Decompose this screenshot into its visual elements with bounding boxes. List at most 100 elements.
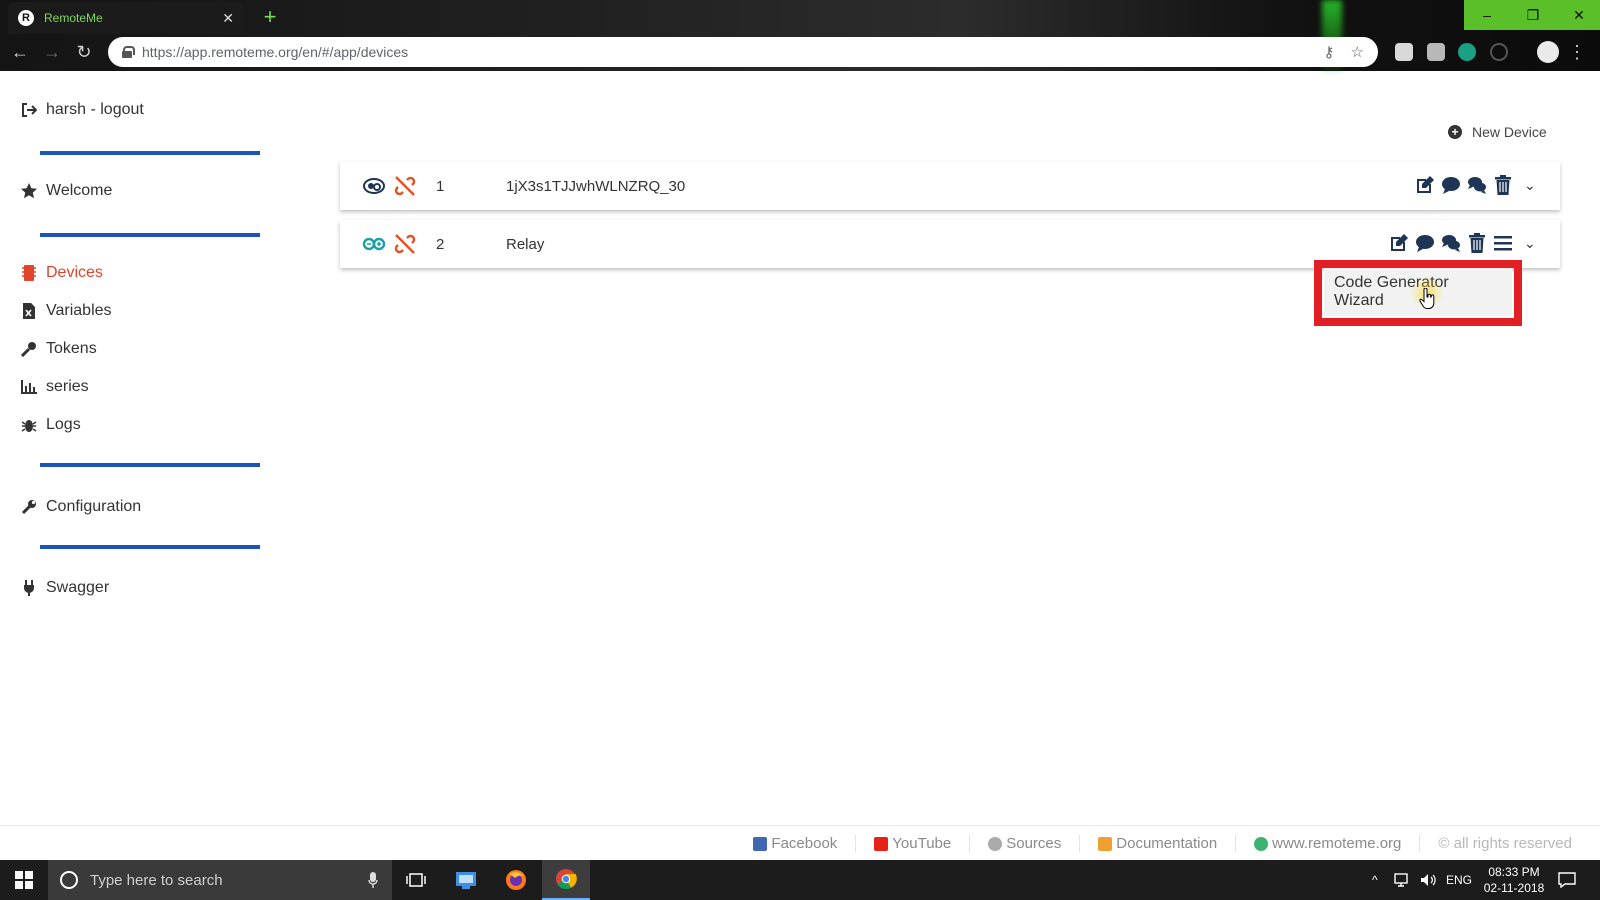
footer-link-documentation[interactable]: Documentation: [1080, 835, 1237, 852]
devices-icon: [20, 264, 38, 282]
youtube-icon: [874, 836, 889, 851]
sign-out-icon: [20, 101, 38, 119]
volume-icon[interactable]: [1420, 860, 1436, 900]
device-actions: ⌄: [1388, 232, 1542, 254]
footer: Facebook YouTube Sources Documentation w…: [0, 825, 1600, 859]
chevron-down-icon[interactable]: ⌄: [1524, 177, 1542, 194]
lock-icon: [122, 46, 135, 58]
disconnected-icon: [394, 233, 416, 255]
footer-link-sources[interactable]: Sources: [970, 835, 1081, 852]
device-name: Relay: [506, 235, 545, 253]
taskbar-search[interactable]: Type here to search: [48, 860, 392, 900]
trash-icon[interactable]: [1466, 232, 1488, 254]
star-icon: [20, 182, 38, 200]
sidebar-item-label: Tokens: [46, 340, 97, 357]
cortana-icon: [60, 871, 78, 889]
taskbar-clock[interactable]: 08:33 PM 02-11-2018: [1478, 864, 1550, 896]
browser-tab[interactable]: R RemoteMe ✕: [8, 2, 244, 34]
message-icon[interactable]: [1414, 232, 1436, 254]
firefox-icon: [506, 870, 526, 890]
taskbar-app-chrome[interactable]: [542, 860, 590, 900]
address-bar[interactable]: https://app.remoteme.org/en/#/app/device…: [108, 37, 1378, 67]
sidebar-item-devices[interactable]: Devices: [20, 264, 103, 282]
profile-avatar-icon[interactable]: [1537, 41, 1559, 63]
conversation-icon[interactable]: [1440, 232, 1462, 254]
remoteme-favicon-icon: R: [18, 10, 34, 26]
sidebar-item-label: harsh - logout: [46, 101, 144, 118]
window-close-button[interactable]: ✕: [1556, 0, 1600, 30]
microphone-icon[interactable]: [368, 872, 378, 888]
window-maximize-button[interactable]: ❐: [1510, 0, 1556, 30]
language-indicator[interactable]: ENG: [1446, 860, 1472, 900]
sidebar-divider: [40, 151, 260, 155]
tab-close-icon[interactable]: ✕: [222, 10, 234, 27]
device-actions: ⌄: [1414, 174, 1542, 196]
browser-menu-icon[interactable]: ⋮: [1568, 40, 1586, 64]
windows-logo-icon: [15, 871, 33, 889]
chrome-icon: [556, 869, 577, 890]
sidebar-divider: [40, 463, 260, 467]
sidebar-divider: [40, 233, 260, 237]
sidebar-item-label: Variables: [46, 302, 112, 319]
message-icon[interactable]: [1440, 174, 1462, 196]
sidebar-item-series[interactable]: series: [20, 378, 89, 396]
sidebar-item-swagger[interactable]: Swagger: [20, 579, 109, 597]
footer-link-label: www.remoteme.org: [1272, 835, 1402, 852]
device-row[interactable]: 1 1jX3s1TJJwhWLNZRQ_30 ⌄: [340, 162, 1560, 210]
chevron-down-icon[interactable]: ⌄: [1524, 235, 1542, 252]
bug-icon: [20, 416, 38, 434]
bookmark-star-icon[interactable]: ☆: [1351, 43, 1364, 61]
sidebar-item-variables[interactable]: Variables: [20, 302, 112, 320]
sidebar-item-tokens[interactable]: Tokens: [20, 340, 97, 358]
bar-chart-icon: [20, 378, 38, 396]
plus-circle-icon: +: [1448, 125, 1462, 139]
action-center-icon[interactable]: [1558, 860, 1576, 900]
url-text[interactable]: https://app.remoteme.org/en/#/app/device…: [142, 44, 1308, 60]
start-button[interactable]: [0, 860, 48, 900]
hamburger-menu-icon[interactable]: [1492, 232, 1514, 254]
conversation-icon[interactable]: [1466, 174, 1488, 196]
extension-puzzle-icon[interactable]: [1427, 43, 1445, 61]
window-minimize-button[interactable]: –: [1464, 0, 1510, 30]
trash-icon[interactable]: [1492, 174, 1514, 196]
edit-icon[interactable]: [1414, 174, 1436, 196]
new-device-button[interactable]: + New Device: [1448, 124, 1547, 140]
sidebar-item-label: Logs: [46, 416, 81, 433]
sidebar-item-label: Configuration: [46, 498, 142, 515]
footer-link-youtube[interactable]: YouTube: [856, 835, 971, 852]
sidebar-item-logs[interactable]: Logs: [20, 416, 81, 434]
book-icon: [1098, 836, 1113, 851]
globe-icon: [1254, 836, 1269, 851]
network-icon[interactable]: [1394, 860, 1412, 900]
key-icon[interactable]: ⚷: [1324, 43, 1335, 61]
tab-title: RemoteMe: [44, 11, 103, 25]
edit-icon[interactable]: [1388, 232, 1410, 254]
footer-link-website[interactable]: www.remoteme.org: [1236, 835, 1421, 852]
tray-overflow-icon[interactable]: ^: [1372, 860, 1378, 900]
sidebar-item-welcome[interactable]: Welcome: [20, 182, 112, 200]
back-arrow-icon[interactable]: ←: [8, 40, 32, 64]
extension-disabled-icon[interactable]: [1490, 43, 1508, 61]
key-icon: [20, 340, 38, 358]
wrench-icon: [20, 498, 38, 516]
sidebar-item-label: Welcome: [46, 182, 113, 199]
footer-link-label: YouTube: [892, 835, 952, 852]
browser-chrome: R RemoteMe ✕ + – ❐ ✕ ← → ↻ https://app.r…: [0, 0, 1600, 71]
sidebar-item-configuration[interactable]: Configuration: [20, 498, 141, 516]
webpage-device-icon: [362, 175, 386, 197]
task-view-button[interactable]: [392, 860, 440, 900]
sidebar-item-logout[interactable]: harsh - logout: [20, 101, 144, 119]
sidebar-item-label: series: [46, 378, 89, 395]
taskbar-app-firefox[interactable]: [492, 860, 540, 900]
sidebar-item-label: Devices: [46, 264, 103, 281]
clock-date: 02-11-2018: [1483, 881, 1545, 895]
reload-icon[interactable]: ↻: [72, 40, 96, 64]
extension-cube-icon[interactable]: [1395, 43, 1413, 61]
taskbar-app-explorer[interactable]: [442, 860, 490, 900]
footer-link-facebook[interactable]: Facebook: [735, 835, 857, 852]
extension-cart-icon[interactable]: [1458, 43, 1476, 61]
footer-links: Facebook YouTube Sources Documentation w…: [735, 835, 1590, 852]
hand-cursor-icon: [1419, 288, 1435, 309]
new-tab-button[interactable]: +: [258, 6, 282, 30]
forward-arrow-icon[interactable]: →: [40, 40, 64, 64]
